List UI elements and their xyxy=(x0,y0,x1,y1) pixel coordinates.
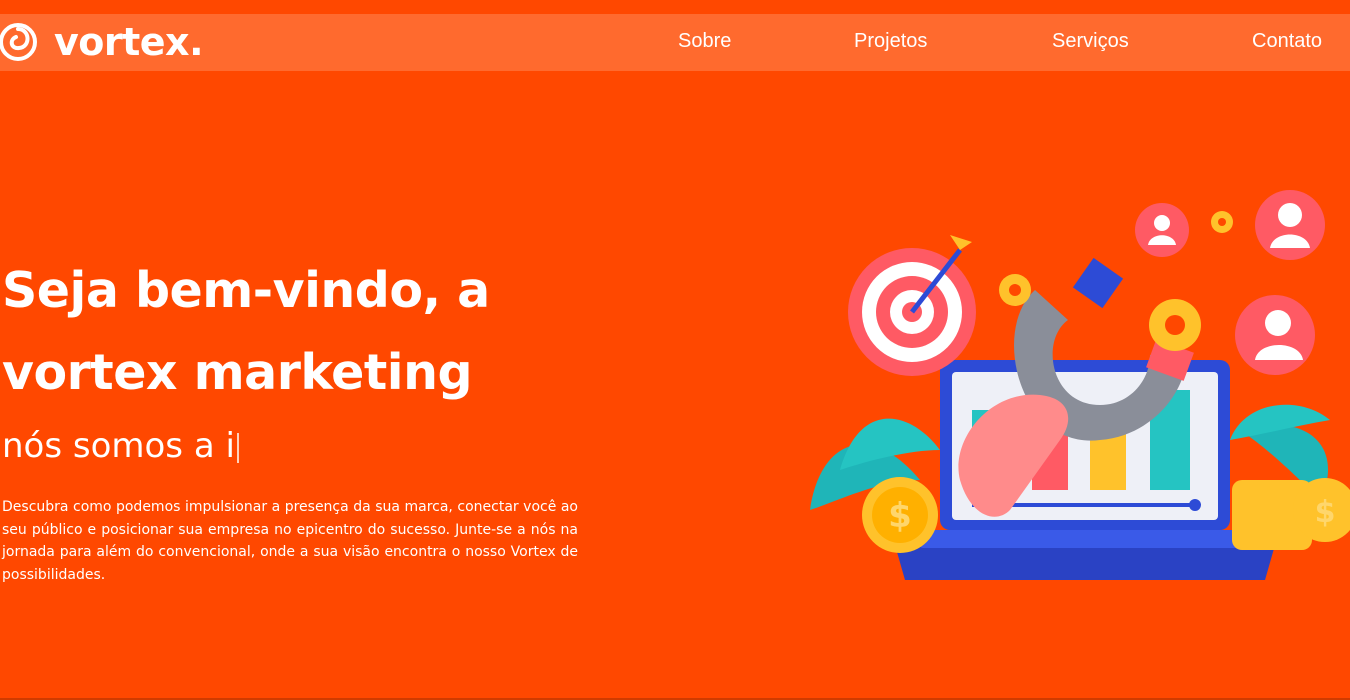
marketing-illustration: $ $ xyxy=(810,190,1350,580)
brand-logo[interactable]: vortex. xyxy=(0,20,204,64)
hero-description: Descubra como podemos impulsionar a pres… xyxy=(2,499,578,583)
hero-title-line-1: Seja bem-vindo, a xyxy=(2,262,490,319)
typing-text: nós somos a i xyxy=(2,424,239,468)
hero-title: Seja bem-vindo, a vortex marketing xyxy=(2,250,490,414)
svg-text:$: $ xyxy=(888,496,912,536)
svg-text:$: $ xyxy=(1315,495,1336,530)
nav-link-sobre[interactable]: Sobre xyxy=(678,30,731,53)
nav-link-projetos[interactable]: Projetos xyxy=(854,30,927,53)
target-icon xyxy=(848,235,976,376)
navbar: vortex. Sobre Projetos Serviços Contato xyxy=(0,14,1350,71)
swirl-icon xyxy=(0,23,37,61)
brand-name: vortex. xyxy=(54,20,204,64)
typing-text-value: nós somos a i xyxy=(2,426,235,466)
top-strip xyxy=(0,0,1350,14)
laptop-icon xyxy=(895,360,1275,580)
nav-link-servicos[interactable]: Serviços xyxy=(1052,30,1129,53)
typing-caret xyxy=(236,432,239,463)
nav-link-contato[interactable]: Contato xyxy=(1252,30,1322,53)
hero-title-line-2: vortex marketing xyxy=(2,344,473,401)
